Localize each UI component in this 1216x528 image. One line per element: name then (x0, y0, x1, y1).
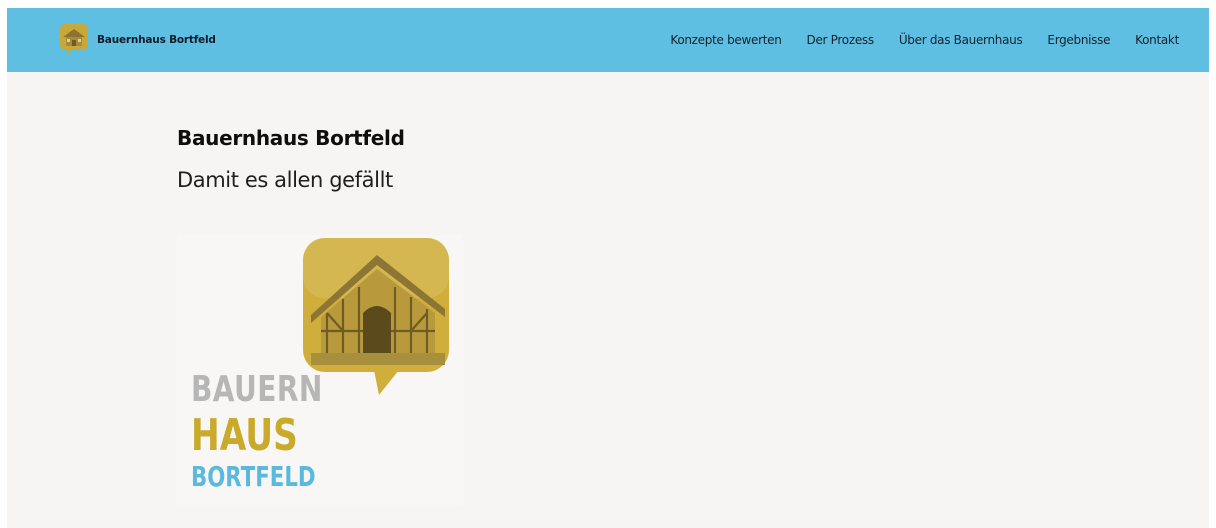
page: Bauernhaus Bortfeld Konzepte bewerten De… (7, 8, 1209, 528)
logo-word-bortfeld: BORTFELD (191, 460, 316, 493)
brand-name: Bauernhaus Bortfeld (97, 34, 216, 46)
house-speech-bubble-icon (60, 24, 88, 56)
nav-item-der-prozess[interactable]: Der Prozess (807, 33, 875, 47)
bauernhaus-logo: BAUERN HAUS BORTFELD (177, 235, 462, 505)
main-menu: Konzepte bewerten Der Prozess Über das B… (645, 8, 1179, 72)
top-navigation-bar: Bauernhaus Bortfeld Konzepte bewerten De… (7, 8, 1209, 72)
brand-home-link[interactable]: Bauernhaus Bortfeld (59, 22, 216, 58)
logo-word-haus: HAUS (191, 410, 298, 461)
page-subtitle: Damit es allen gefällt (177, 168, 393, 192)
logo-word-bauern: BAUERN (191, 369, 323, 410)
nav-item-konzepte-bewerten[interactable]: Konzepte bewerten (670, 33, 781, 47)
nav-item-ueber-das-bauernhaus[interactable]: Über das Bauernhaus (899, 33, 1023, 47)
nav-item-ergebnisse[interactable]: Ergebnisse (1047, 33, 1110, 47)
page-title: Bauernhaus Bortfeld (177, 126, 405, 150)
nav-item-kontakt[interactable]: Kontakt (1135, 33, 1179, 47)
